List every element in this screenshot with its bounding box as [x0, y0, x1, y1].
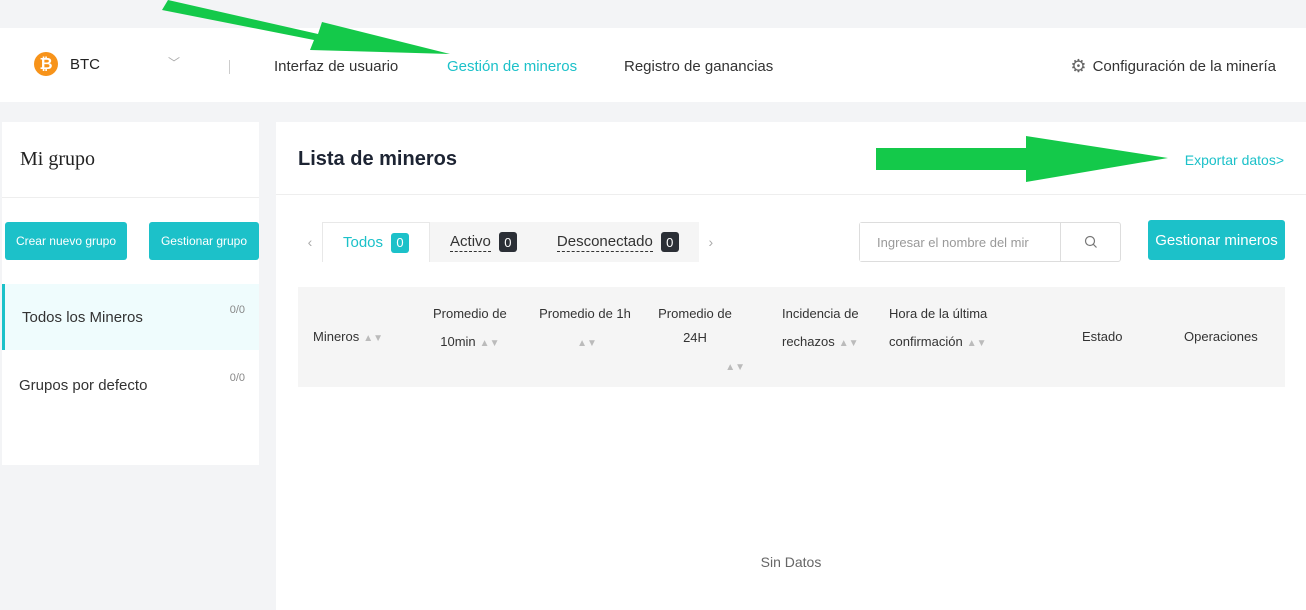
export-data-link[interactable]: Exportar datos>	[1185, 152, 1284, 168]
column-operations: Operaciones	[1184, 329, 1258, 344]
tab-active[interactable]: Activo 0	[430, 222, 537, 262]
gear-icon: ⚙	[1070, 56, 1087, 76]
miner-search	[859, 222, 1121, 262]
sidebar-title: Mi grupo	[20, 148, 95, 170]
group-count: 0/0	[229, 372, 245, 384]
column-label: confirmación	[889, 334, 963, 349]
column-label: Promedio de	[433, 306, 507, 321]
sort-icon[interactable]: ▲▼	[725, 362, 745, 373]
column-label: Hora de la última	[889, 306, 988, 321]
column-last-confirmation[interactable]: Hora de la última confirmación ▲▼	[889, 302, 987, 356]
manage-miners-button[interactable]: Gestionar mineros	[1148, 220, 1285, 260]
column-avg-1h[interactable]: Promedio de 1h ▲▼	[535, 302, 635, 356]
tab-label: Activo	[450, 232, 491, 252]
coin-label: BTC	[70, 55, 100, 73]
column-label: Incidencia de	[782, 306, 859, 321]
group-sidebar: Mi grupo Crear nuevo grupo Gestionar gru…	[2, 122, 259, 465]
create-group-button[interactable]: Crear nuevo grupo	[5, 222, 127, 260]
status-tabs: ‹ Todos 0 Activo 0 Desconectado 0 ›	[298, 222, 723, 262]
bitcoin-icon: ₿	[34, 52, 58, 76]
column-avg-24h[interactable]: Promedio de 24H ▲▼	[645, 302, 745, 380]
column-label: Promedio de 1h	[539, 306, 631, 321]
sort-icon[interactable]: ▲▼	[480, 338, 500, 349]
chevron-right-icon[interactable]: ›	[699, 234, 723, 250]
tab-offline[interactable]: Desconectado 0	[536, 222, 699, 262]
empty-state-text: Sin Datos	[760, 554, 822, 570]
column-label: rechazos	[782, 334, 835, 349]
coin-selector[interactable]: ₿ BTC ﹀	[34, 52, 180, 76]
table-header: Mineros ▲▼ Promedio de 10min ▲▼ Promedio d…	[298, 287, 1285, 387]
group-label: Grupos por defecto	[19, 376, 148, 394]
mining-config-link[interactable]: ⚙ Configuración de la minería	[1070, 56, 1276, 77]
tab-all[interactable]: Todos 0	[322, 222, 431, 262]
miner-list-panel: Lista de mineros Exportar datos> ‹ Todos…	[276, 122, 1306, 610]
nav-item-user-interface[interactable]: Interfaz de usuario	[274, 58, 398, 75]
group-label: Todos los Mineros	[22, 308, 143, 326]
chevron-down-icon[interactable]: ﹀	[168, 54, 180, 71]
column-label: Mineros	[313, 329, 360, 344]
group-count: 0/0	[229, 304, 245, 316]
count-badge: 0	[498, 232, 517, 252]
sort-icon[interactable]: ▲▼	[839, 338, 859, 349]
sidebar-item-all-miners[interactable]: Todos los Mineros 0/0	[2, 284, 259, 350]
sidebar-item-default-groups[interactable]: Grupos por defecto 0/0	[2, 352, 259, 418]
search-input[interactable]	[860, 223, 1060, 261]
divider	[2, 197, 259, 198]
column-reject-rate[interactable]: Incidencia de rechazos ▲▼	[782, 302, 859, 356]
column-status: Estado	[1082, 329, 1123, 344]
column-avg-10min[interactable]: Promedio de 10min ▲▼	[433, 302, 507, 356]
column-label: 10min	[440, 334, 476, 349]
count-badge: 0	[660, 232, 679, 252]
sort-icon[interactable]: ▲▼	[967, 338, 987, 349]
mining-config-label: Configuración de la minería	[1092, 58, 1276, 75]
manage-group-button[interactable]: Gestionar grupo	[149, 222, 259, 260]
divider	[276, 194, 1306, 195]
count-badge: 0	[391, 232, 410, 253]
nav-item-miner-management[interactable]: Gestión de mineros	[447, 58, 577, 75]
tab-label: Desconectado	[556, 232, 653, 252]
column-label: Promedio de 24H	[658, 306, 732, 345]
sort-icon[interactable]: ▲▼	[577, 338, 597, 349]
top-nav: ₿ BTC ﹀ Interfaz de usuario Gestión de m…	[0, 28, 1306, 102]
sort-icon[interactable]: ▲▼	[363, 333, 383, 344]
column-miners[interactable]: Mineros ▲▼	[313, 325, 383, 351]
nav-item-earnings-record[interactable]: Registro de ganancias	[624, 58, 773, 75]
chevron-left-icon[interactable]: ‹	[298, 234, 322, 250]
search-icon[interactable]	[1060, 223, 1120, 261]
nav-separator	[229, 60, 230, 74]
page-title: Lista de mineros	[298, 148, 457, 170]
tab-label: Todos	[343, 234, 384, 251]
